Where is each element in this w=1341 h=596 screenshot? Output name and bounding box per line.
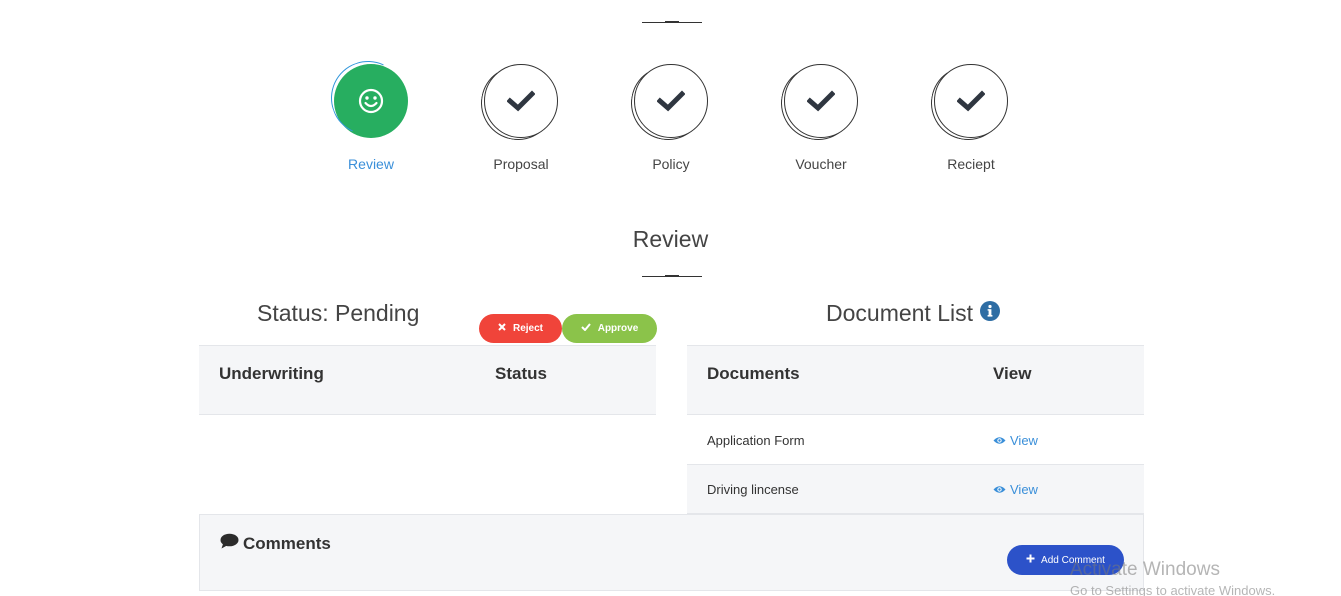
step-circle (475, 60, 561, 146)
step-circle (925, 60, 1011, 146)
plus-icon (1026, 554, 1035, 566)
check-icon (581, 323, 591, 334)
section-divider (642, 275, 702, 277)
close-icon (498, 323, 506, 334)
top-divider (642, 21, 702, 23)
reject-label: Reject (512, 323, 543, 334)
comments-title-text: Comments (243, 533, 331, 553)
step-label: Reciept (947, 156, 995, 172)
approve-label: Approve (597, 323, 639, 334)
comment-icon (220, 533, 239, 554)
step-circle (625, 60, 711, 146)
view-link[interactable]: View (993, 433, 1038, 448)
smile-icon (334, 64, 408, 138)
step-circle (775, 60, 861, 146)
eye-icon (993, 433, 1006, 448)
check-icon (934, 64, 1008, 138)
status-title: Status: Pending (257, 300, 420, 326)
underwriting-table-header: Underwriting Status (199, 345, 656, 415)
eye-icon (993, 482, 1006, 497)
step-policy[interactable]: Policy (611, 60, 731, 172)
check-icon (784, 64, 858, 138)
step-label: Review (348, 156, 394, 172)
step-voucher[interactable]: Voucher (761, 60, 881, 172)
document-list-title-text: Document List (826, 300, 974, 326)
section-title: Review (632, 226, 709, 252)
documents-table-header: Documents View (687, 345, 1144, 415)
column-underwriting: Underwriting (219, 364, 324, 383)
step-circle (320, 50, 416, 146)
info-icon[interactable] (980, 300, 1001, 327)
step-reciept[interactable]: Reciept (911, 60, 1031, 172)
activate-windows-title: Activate Windows (1070, 559, 1220, 580)
column-status: Status (495, 364, 547, 383)
reject-button[interactable]: Reject (479, 314, 562, 343)
column-view: View (993, 364, 1032, 383)
check-icon (484, 64, 558, 138)
step-label: Voucher (795, 156, 847, 172)
comments-title: Comments (220, 533, 331, 554)
column-documents: Documents (707, 364, 800, 383)
step-proposal[interactable]: Proposal (461, 60, 581, 172)
step-label: Policy (652, 156, 690, 172)
check-icon (634, 64, 708, 138)
view-link-label: View (1010, 433, 1038, 448)
approve-button[interactable]: Approve (562, 314, 657, 343)
comments-panel: Comments Add Comment (199, 514, 1144, 591)
table-row: Driving lincense View (687, 465, 1144, 514)
document-name: Driving lincense (707, 482, 799, 497)
step-label: Proposal (493, 156, 549, 172)
document-list-title: Document List (826, 300, 1001, 327)
document-name: Application Form (707, 433, 805, 448)
table-row: Application Form View (687, 416, 1144, 465)
view-link-label: View (1010, 482, 1038, 497)
view-link[interactable]: View (993, 482, 1038, 497)
step-review[interactable]: Review (311, 50, 431, 172)
activate-windows-hint: Go to Settings to activate Windows. (1070, 583, 1276, 596)
